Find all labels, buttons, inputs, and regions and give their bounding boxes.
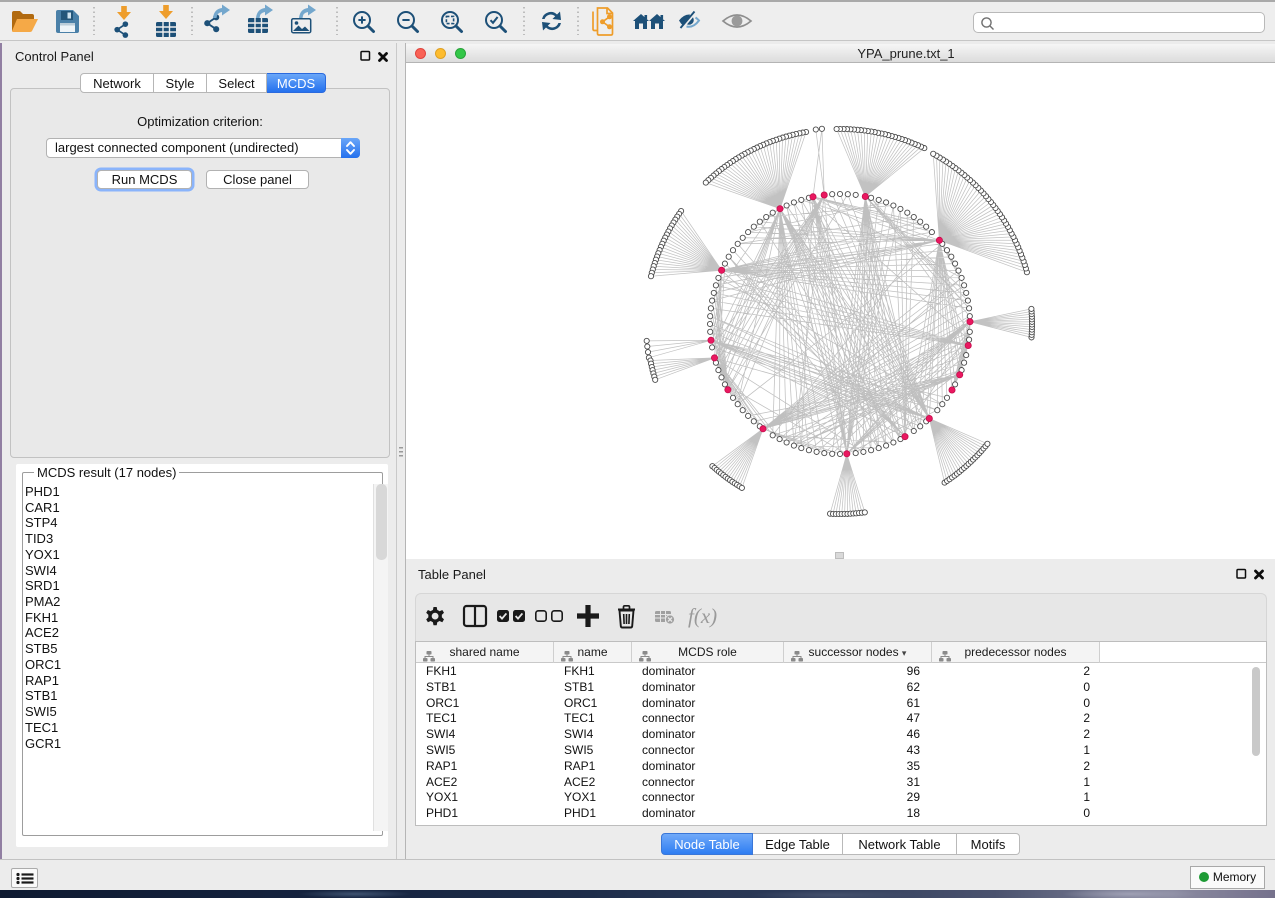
svg-text:f(x): f(x) (688, 604, 717, 628)
